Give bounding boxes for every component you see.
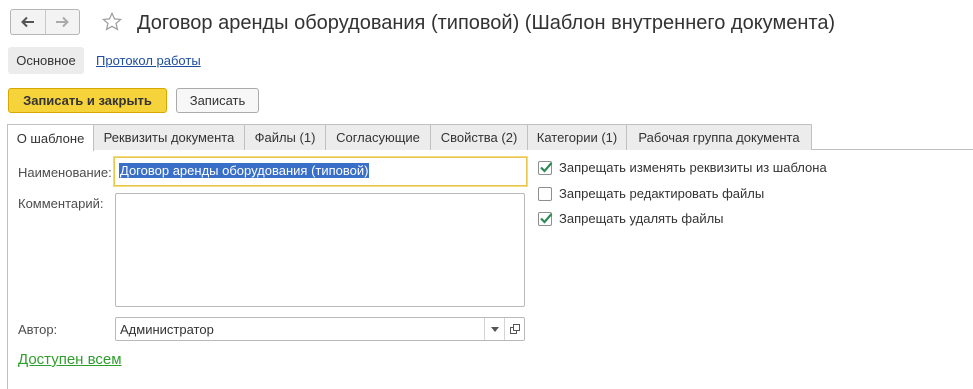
author-label: Автор: xyxy=(18,322,58,337)
dropdown-icon xyxy=(490,326,499,332)
section-main[interactable]: Основное xyxy=(8,47,84,74)
tab-approvers[interactable]: Согласующие xyxy=(325,124,431,150)
author-value: Администратор xyxy=(120,321,214,337)
author-dropdown-button[interactable] xyxy=(484,318,504,340)
forward-button[interactable] xyxy=(44,10,80,34)
option-forbid-edit-details[interactable]: Запрещать изменять реквизиты из шаблона xyxy=(538,160,827,175)
tab-work-group[interactable]: Рабочая группа документа xyxy=(626,124,812,150)
name-value: Договор аренды оборудования (типовой) xyxy=(119,163,370,178)
checkbox[interactable] xyxy=(538,211,553,226)
window-title: Договор аренды оборудования (типовой) (Ш… xyxy=(137,12,836,34)
forward-arrow-icon xyxy=(56,16,70,28)
option-label: Запрещать изменять реквизиты из шаблона xyxy=(559,160,827,175)
checkbox[interactable] xyxy=(538,186,552,201)
comment-textarea[interactable] xyxy=(115,193,525,307)
comment-label: Комментарий: xyxy=(18,196,104,211)
option-forbid-delete-files[interactable]: Запрещать удалять файлы xyxy=(538,211,724,226)
tab-about-template[interactable]: О шаблоне xyxy=(7,124,94,151)
option-label: Запрещать удалять файлы xyxy=(559,211,724,226)
tab-categories[interactable]: Категории (1) xyxy=(527,124,627,150)
back-button[interactable] xyxy=(11,10,45,34)
section-log-link[interactable]: Протокол работы xyxy=(96,53,201,68)
save-and-close-button[interactable]: Записать и закрыть xyxy=(8,88,167,113)
tab-properties[interactable]: Свойства (2) xyxy=(430,124,528,150)
back-arrow-icon xyxy=(20,16,34,28)
option-forbid-edit-files[interactable]: Запрещать редактировать файлы xyxy=(538,186,764,201)
author-field[interactable]: Администратор xyxy=(115,317,525,341)
save-button[interactable]: Записать xyxy=(176,88,259,113)
navigation-buttons xyxy=(10,9,80,35)
checkmark-icon xyxy=(540,161,553,173)
name-label: Наименование: xyxy=(18,165,112,180)
star-icon xyxy=(101,11,123,31)
name-input[interactable]: Договор аренды оборудования (типовой) xyxy=(114,157,527,186)
checkbox[interactable] xyxy=(538,160,553,175)
tab-document-details[interactable]: Реквизиты документа xyxy=(93,124,245,150)
tab-files[interactable]: Файлы (1) xyxy=(244,124,326,150)
tab-panel-border xyxy=(7,150,8,389)
open-form-icon xyxy=(509,324,520,334)
checkmark-icon xyxy=(540,212,553,224)
favorite-button[interactable] xyxy=(100,10,124,34)
option-label: Запрещать редактировать файлы xyxy=(559,186,765,201)
access-link[interactable]: Доступен всем xyxy=(18,351,122,368)
author-open-button[interactable] xyxy=(504,318,524,340)
